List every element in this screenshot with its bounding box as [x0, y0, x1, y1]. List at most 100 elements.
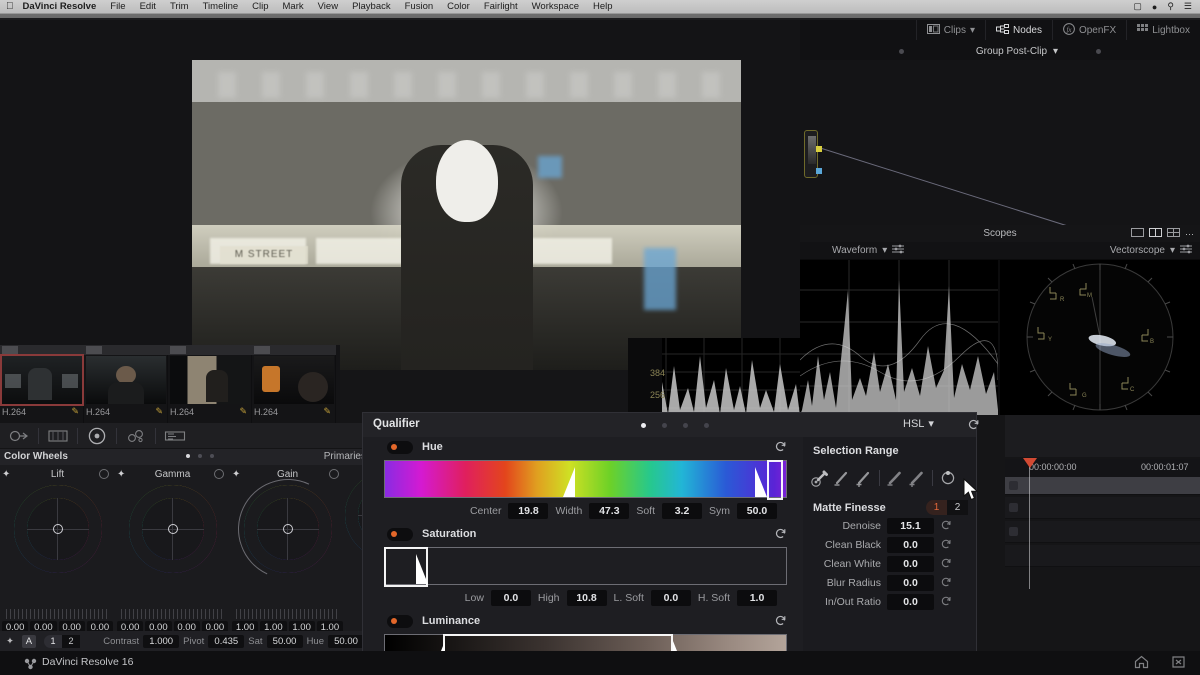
lift-wheel-handle[interactable]	[52, 524, 63, 534]
matte-finesse-page-1[interactable]: 1	[926, 500, 947, 515]
denoise-value[interactable]: 15.1	[887, 518, 934, 534]
qualifier-page-dot-4[interactable]	[704, 423, 709, 428]
edit-pencil-icon[interactable]: ✎	[71, 406, 79, 417]
hue-width-value[interactable]: 47.3	[589, 503, 630, 519]
wheel-gamma[interactable]: ✦ Gamma 0.00 0.00 0.00 0.00 Y R G B	[115, 469, 230, 647]
hue-handle-left[interactable]	[563, 467, 575, 497]
more-options-icon[interactable]: ⋯	[1185, 229, 1194, 240]
page-dot-3[interactable]	[210, 454, 214, 458]
gamma-slider-ticks[interactable]	[121, 609, 224, 619]
menu-mark[interactable]: Mark	[283, 1, 304, 12]
menu-fairlight[interactable]: Fairlight	[484, 1, 518, 12]
qualifier-reset-icon[interactable]	[967, 418, 980, 434]
hue-sym-value[interactable]: 50.0	[737, 503, 777, 519]
scope-settings-icon[interactable]	[892, 244, 905, 257]
gain-auto-balance-icon[interactable]: ✦	[232, 469, 240, 480]
video-viewer[interactable]: M STREET	[192, 60, 741, 370]
wheel-gain[interactable]: ✦ Gain 1.00 1.00 1.00 1.00 Y R G B	[223, 464, 352, 647]
clean-black-value[interactable]: 0.0	[887, 537, 934, 553]
gamma-reset-icon[interactable]	[214, 469, 224, 479]
track-header-icon[interactable]	[1009, 527, 1018, 536]
clean-black-reset-icon[interactable]	[940, 538, 952, 553]
contrast-value[interactable]: 1.000	[143, 634, 180, 648]
clip-thumbnail-4[interactable]: H.264 ✎	[252, 345, 336, 423]
clip-thumbnail-strip[interactable]: H.264 ✎ H.264 ✎ H.264 ✎ H.264 ✎	[0, 345, 340, 423]
lift-slider-ticks[interactable]	[6, 609, 109, 619]
a-mode-button[interactable]: A	[21, 634, 36, 648]
single-view-icon[interactable]	[1131, 228, 1144, 240]
page-dot-2[interactable]	[198, 454, 202, 458]
pivot-value[interactable]: 0.435	[208, 634, 245, 648]
app-name-label[interactable]: DaVinci Resolve	[23, 1, 97, 12]
lift-reset-icon[interactable]	[99, 469, 109, 479]
matte-finesse-pages[interactable]: 1 2	[926, 500, 968, 515]
saturation-handle-right[interactable]	[416, 554, 428, 584]
tab-clips[interactable]: Clips ▾	[915, 20, 985, 40]
hue-handle-right[interactable]	[755, 467, 767, 497]
scopes-layout-buttons[interactable]: ⋯	[1131, 228, 1194, 240]
dock-bar[interactable]: DaVinci Resolve 16	[0, 651, 1200, 675]
qualifier-page-dots[interactable]	[641, 423, 709, 428]
brush-minus-icon[interactable]	[884, 466, 906, 490]
hue-enable-toggle[interactable]	[387, 440, 413, 454]
menu-playback[interactable]: Playback	[352, 1, 391, 12]
chevron-down-icon[interactable]: ▾	[1053, 46, 1058, 57]
search-icon[interactable]: ⚲	[1167, 1, 1174, 12]
primaries-label[interactable]: Primaries	[324, 451, 366, 462]
lift-color-wheel[interactable]	[13, 485, 102, 573]
saturation-reset-icon[interactable]	[774, 527, 787, 543]
color-wheels-page-dots[interactable]	[186, 454, 214, 458]
saturation-low-value[interactable]: 0.0	[490, 590, 531, 606]
lift-auto-balance-icon[interactable]: ✦	[2, 469, 10, 480]
inout-ratio-reset-icon[interactable]	[940, 595, 952, 610]
hue-soft-value[interactable]: 3.2	[662, 503, 702, 519]
luminance-reset-icon[interactable]	[774, 614, 787, 630]
node-mode-bar[interactable]: Group Post-Clip ▾	[800, 42, 1200, 60]
selection-range-tools[interactable]	[803, 457, 976, 490]
node-graph-canvas[interactable]	[800, 60, 1200, 267]
waveform-label[interactable]: Waveform	[832, 245, 877, 256]
node-key-port[interactable]	[816, 168, 822, 174]
menu-file[interactable]: File	[110, 1, 125, 12]
vectorscope[interactable]: R M Y B C G	[1000, 260, 1200, 415]
qualifier-page-dot-2[interactable]	[662, 423, 667, 428]
wheel-page-1[interactable]: 1	[43, 634, 62, 648]
track-header-icon[interactable]	[1009, 481, 1018, 490]
eyedropper-plus-icon[interactable]	[853, 466, 875, 490]
vectorscope-label[interactable]: Vectorscope	[1110, 245, 1165, 256]
gain-slider-ticks[interactable]	[236, 609, 339, 619]
menu-fusion[interactable]: Fusion	[405, 1, 434, 12]
auto-balance-icon[interactable]: ✦	[6, 636, 14, 647]
chevron-down-icon[interactable]: ▾	[970, 25, 975, 36]
saturation-lsoft-value[interactable]: 0.0	[650, 590, 691, 606]
qualifier-mode-dropdown[interactable]: HSL ▾	[903, 417, 934, 431]
hue-center-value[interactable]: 19.8	[508, 503, 549, 519]
timeline-track-2[interactable]	[1005, 497, 1200, 519]
macos-menu-bar[interactable]:  DaVinci Resolve File Edit Trim Timelin…	[0, 0, 1200, 14]
hue-selection-box[interactable]	[767, 460, 783, 500]
timeline-toolbar[interactable]	[1005, 415, 1200, 457]
hue-reset-icon[interactable]	[774, 440, 787, 456]
timeline-track-3[interactable]	[1005, 521, 1200, 543]
clean-white-value[interactable]: 0.0	[887, 556, 934, 572]
clip-thumbnail-1[interactable]: H.264 ✎	[0, 345, 84, 423]
wheel-lift[interactable]: ✦ Lift 0.00 0.00 0.00 0.00 Y R G B	[0, 469, 115, 647]
eyedropper-minus-icon[interactable]	[831, 466, 853, 490]
qualifier-page-dot-1[interactable]	[641, 423, 646, 428]
eyedropper-picker-icon[interactable]	[809, 466, 831, 490]
apple-icon[interactable]: 	[6, 1, 14, 12]
denoise-reset-icon[interactable]	[940, 519, 952, 534]
node-mode-label[interactable]: Group Post-Clip	[976, 46, 1047, 57]
luminance-enable-toggle[interactable]	[387, 614, 413, 628]
clip-thumbnail-2[interactable]: H.264 ✎	[84, 345, 168, 423]
sat-value[interactable]: 50.00	[266, 634, 303, 648]
saturation-hsoft-value[interactable]: 1.0	[737, 590, 777, 606]
quad-view-icon[interactable]	[1167, 228, 1180, 240]
control-center-icon[interactable]: ☰	[1184, 1, 1192, 12]
wheel-page-selector[interactable]: 1 2	[43, 634, 80, 648]
playhead-line[interactable]	[1029, 459, 1030, 589]
tab-lightbox[interactable]: Lightbox	[1126, 20, 1200, 40]
saturation-high-value[interactable]: 10.8	[566, 590, 607, 606]
wifi-icon[interactable]: ●	[1152, 2, 1157, 12]
home-icon[interactable]	[1134, 655, 1149, 672]
